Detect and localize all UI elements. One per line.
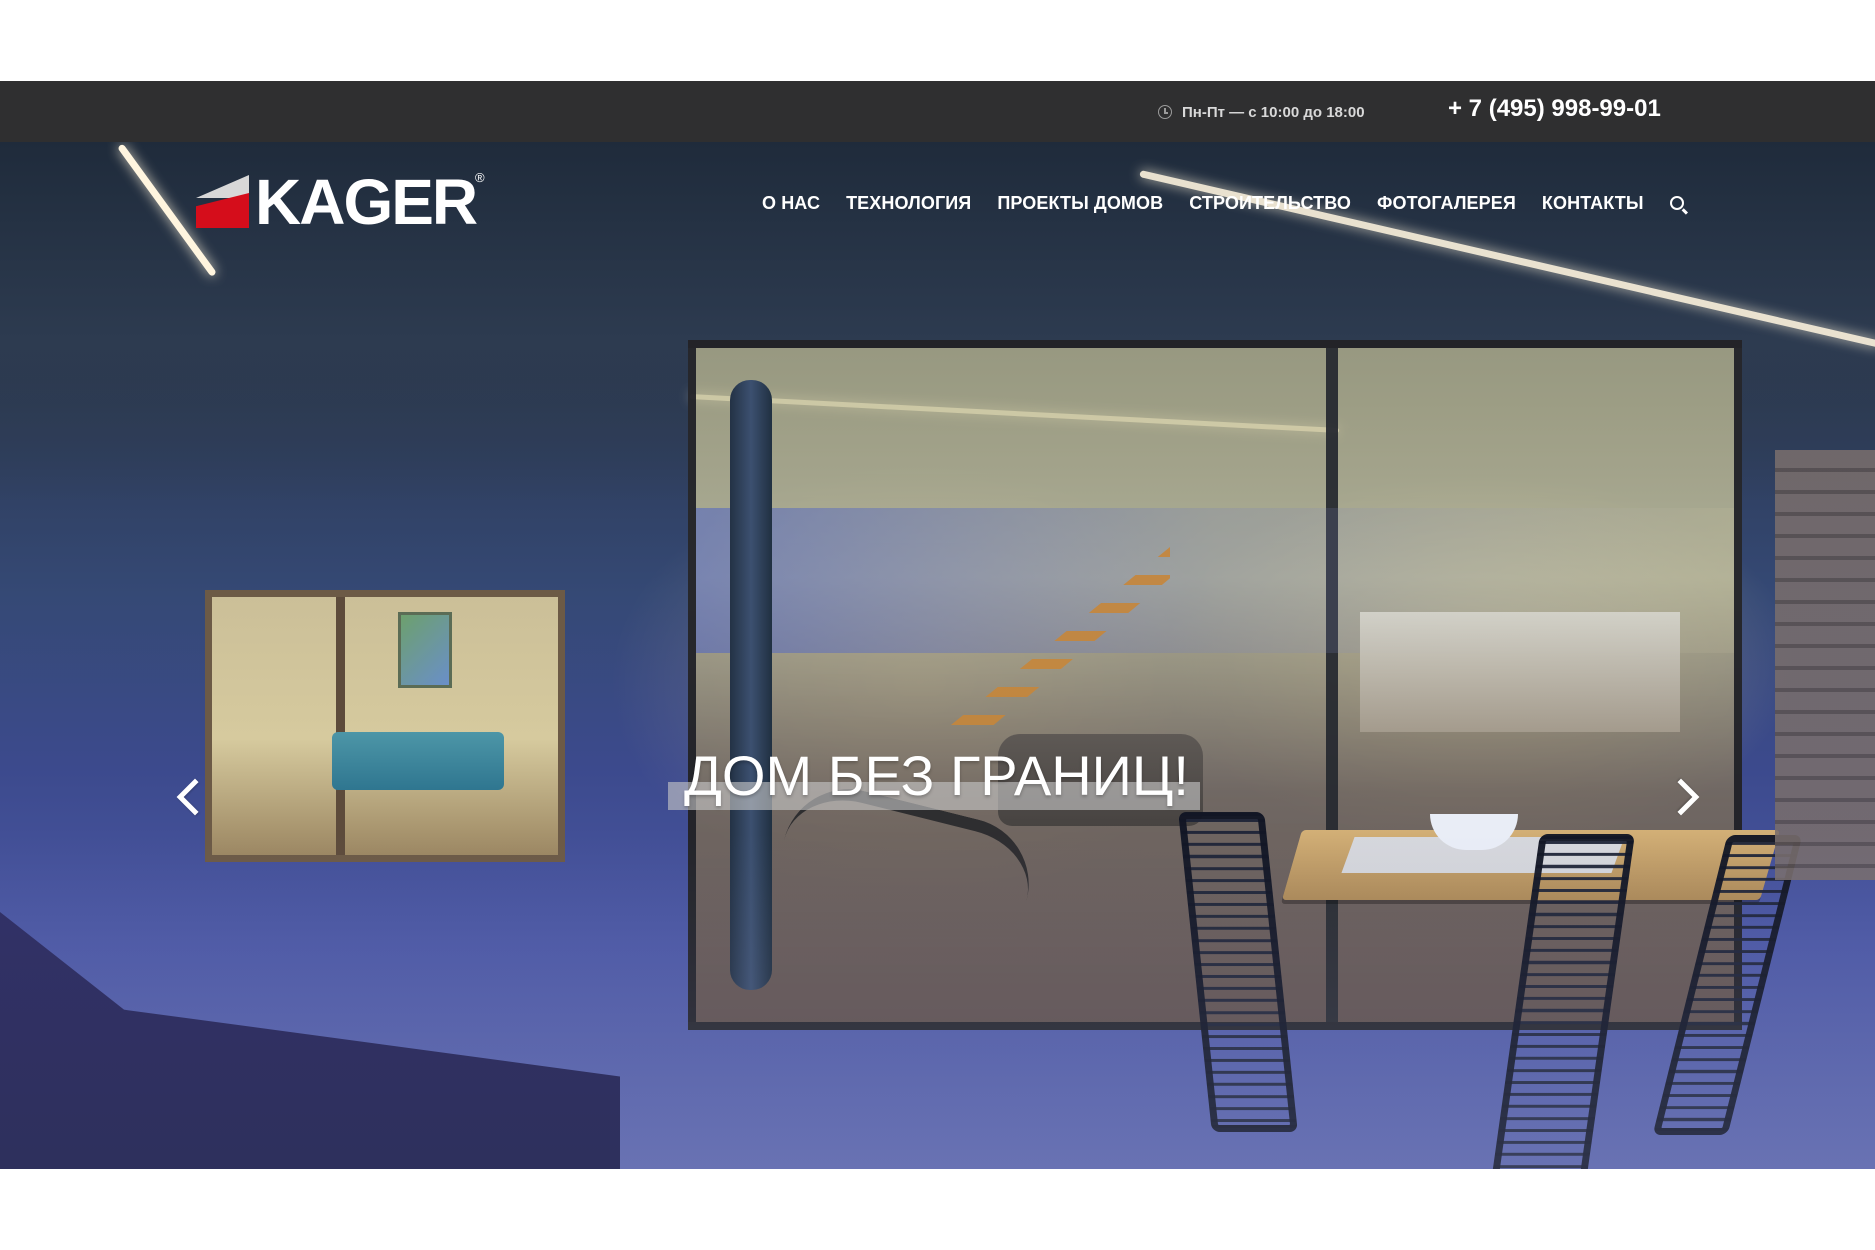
website-page: Пн-Пт — с 10:00 до 18:00 + 7 (495) 998-9… — [0, 0, 1875, 1250]
logo-text: KAGER — [255, 165, 478, 238]
nav-item-house-projects[interactable]: ПРОЕКТЫ ДОМОВ — [997, 193, 1163, 214]
bedroom-window — [205, 590, 565, 862]
main-navigation: О НАС ТЕХНОЛОГИЯ ПРОЕКТЫ ДОМОВ СТРОИТЕЛЬ… — [762, 191, 1684, 215]
top-info-bar: Пн-Пт — с 10:00 до 18:00 + 7 (495) 998-9… — [0, 81, 1875, 142]
search-icon[interactable] — [1669, 196, 1684, 210]
hero-slider: ДОМ БЕЗ ГРАНИЦ! — [0, 142, 1875, 1169]
bed — [332, 732, 504, 790]
nav-item-construction[interactable]: СТРОИТЕЛЬСТВО — [1189, 193, 1351, 214]
clock-icon — [1158, 105, 1172, 119]
working-hours: Пн-Пт — с 10:00 до 18:00 — [1158, 101, 1365, 123]
kitchen-area — [1360, 612, 1680, 732]
logo-roof-shape — [196, 175, 249, 198]
nav-item-about[interactable]: О НАС — [762, 193, 820, 214]
nav-item-photo-gallery[interactable]: ФОТОГАЛЕРЕЯ — [1377, 193, 1516, 214]
nav-item-contacts[interactable]: КОНТАКТЫ — [1542, 193, 1644, 214]
hero-title: ДОМ БЕЗ ГРАНИЦ! — [684, 744, 1189, 807]
registered-mark: ® — [475, 170, 485, 185]
logo-house-shape — [196, 193, 249, 228]
page-bottom-space — [0, 1169, 1875, 1250]
working-hours-text: Пн-Пт — с 10:00 до 18:00 — [1182, 103, 1365, 121]
kager-logo-mark — [196, 175, 249, 228]
wall-painting — [398, 612, 452, 688]
brick-wall — [1775, 450, 1875, 880]
phone-number-link[interactable]: + 7 (495) 998-99-01 — [1448, 95, 1661, 123]
nav-item-technology[interactable]: ТЕХНОЛОГИЯ — [846, 193, 971, 214]
hero-title-block: ДОМ БЕЗ ГРАНИЦ! — [668, 748, 1200, 812]
site-logo[interactable]: KAGER ® — [196, 165, 494, 238]
